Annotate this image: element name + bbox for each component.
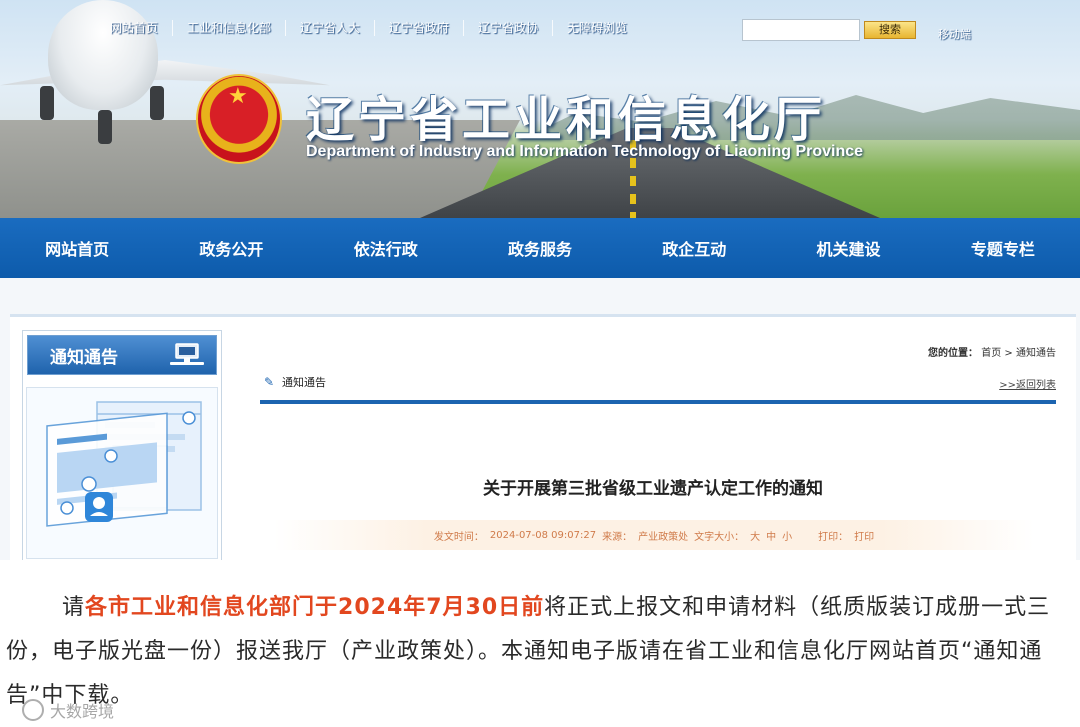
toplink-gov[interactable]: 辽宁省政府 (375, 20, 465, 36)
search-button[interactable]: 搜索 (864, 21, 916, 39)
toplink-cppcc[interactable]: 辽宁省政协 (464, 20, 554, 36)
toplink-miit[interactable]: 工业和信息化部 (173, 20, 287, 36)
airplane-image (48, 0, 158, 110)
article-panel: 您的位置： 首页 > 通知通告 ✎ 通知通告 >>返回列表 关于开展第三批省级工… (234, 330, 1072, 560)
font-size-small-button[interactable]: 小 (782, 528, 792, 543)
computer-icon (170, 343, 204, 365)
font-size-large-button[interactable]: 大 (750, 528, 760, 543)
site-title-cn: 辽宁省工业和信息化厅 (306, 92, 827, 148)
watermark-logo-icon (22, 699, 44, 721)
top-links-bar: 网站首页 工业和信息化部 辽宁省人大 辽宁省政府 辽宁省政协 无障碍浏览 (96, 20, 641, 36)
sidebar: 通知通告 (22, 330, 222, 562)
toplink-npc[interactable]: 辽宁省人大 (286, 20, 376, 36)
sidebar-title: 通知通告 (50, 347, 118, 368)
nav-item-interaction[interactable]: 政企互动 (620, 236, 768, 260)
print-button[interactable]: 打印 (854, 528, 874, 543)
mobile-link[interactable]: 移动端 (938, 26, 971, 42)
breadcrumb-current[interactable]: 通知通告 (1016, 348, 1056, 359)
body-highlight: 各市工业和信息化部门于2024年7月30日前 (85, 595, 545, 620)
notice-illustration (26, 387, 218, 559)
sidebar-header: 通知通告 (27, 335, 217, 375)
plane-gear-right (150, 86, 164, 120)
article-title: 关于开展第三批省级工业遗产认定工作的通知 (483, 479, 823, 499)
back-to-list-link[interactable]: >>返回列表 (999, 376, 1056, 391)
article-meta-bar: 发文时间： 2024-07-08 09:07:27 来源： 产业政策处 文字大小… (274, 520, 1034, 550)
emblem-star-icon: ★ (228, 84, 248, 109)
breadcrumb-separator: > (1004, 348, 1013, 359)
toplink-home[interactable]: 网站首页 (96, 20, 174, 36)
breadcrumb-home[interactable]: 首页 (981, 348, 1001, 359)
category-name: 通知通告 (282, 376, 326, 389)
meta-print-label: 打印： (818, 531, 849, 543)
search-box: 搜索 (742, 19, 916, 41)
web-page-illustration-icon (46, 401, 202, 527)
nav-item-party-building[interactable]: 机关建设 (775, 236, 923, 260)
body-text-before: 请 (62, 595, 86, 620)
body-paragraph: 请各市工业和信息化部门于2024年7月30日前将正式上报文和申请材料（纸质版装订… (6, 586, 1074, 718)
meta-date: 2024-07-08 09:07:27 (489, 529, 597, 541)
site-banner: ★ 辽宁省工业和信息化厅 Department of Industry and … (0, 0, 1080, 218)
meta-source: 产业政策处 (638, 531, 689, 543)
national-emblem-logo: ★ (196, 74, 282, 164)
toplink-accessibility[interactable]: 无障碍浏览 (553, 20, 641, 36)
location-label: 您的位置： (928, 348, 979, 359)
watermark-text: 大数跨境 (50, 702, 115, 721)
nav-item-special-topics[interactable]: 专题专栏 (929, 236, 1077, 260)
article-body: 请各市工业和信息化部门于2024年7月30日前将正式上报文和申请材料（纸质版装订… (0, 560, 1080, 727)
nav-item-home[interactable]: 网站首页 (3, 236, 151, 260)
breadcrumb: 您的位置： 首页 > 通知通告 (928, 344, 1056, 359)
nav-item-gov-affairs[interactable]: 政务公开 (157, 236, 305, 260)
meta-date-label: 发文时间： (433, 531, 484, 543)
edit-icon: ✎ (264, 375, 275, 389)
plane-gear-center (98, 110, 112, 144)
nav-item-services[interactable]: 政务服务 (466, 236, 614, 260)
main-nav: 网站首页 政务公开 依法行政 政务服务 政企互动 机关建设 专题专栏 (0, 218, 1080, 278)
nav-item-law[interactable]: 依法行政 (312, 236, 460, 260)
watermark: 大数跨境 (22, 698, 114, 722)
plane-gear-left (40, 86, 54, 120)
site-title-en: Department of Industry and Information T… (306, 143, 864, 160)
meta-font-size-label: 文字大小： (694, 531, 745, 543)
font-size-medium-button[interactable]: 中 (766, 528, 776, 543)
content-area: 通知通告 您的位置： 首页 > 通知通告 ✎ 通知通告 >>返回列表 关于开展第… (0, 278, 1080, 563)
meta-source-label: 来源： (602, 531, 633, 543)
search-input[interactable] (742, 19, 860, 41)
category-header: ✎ 通知通告 (260, 372, 1056, 404)
